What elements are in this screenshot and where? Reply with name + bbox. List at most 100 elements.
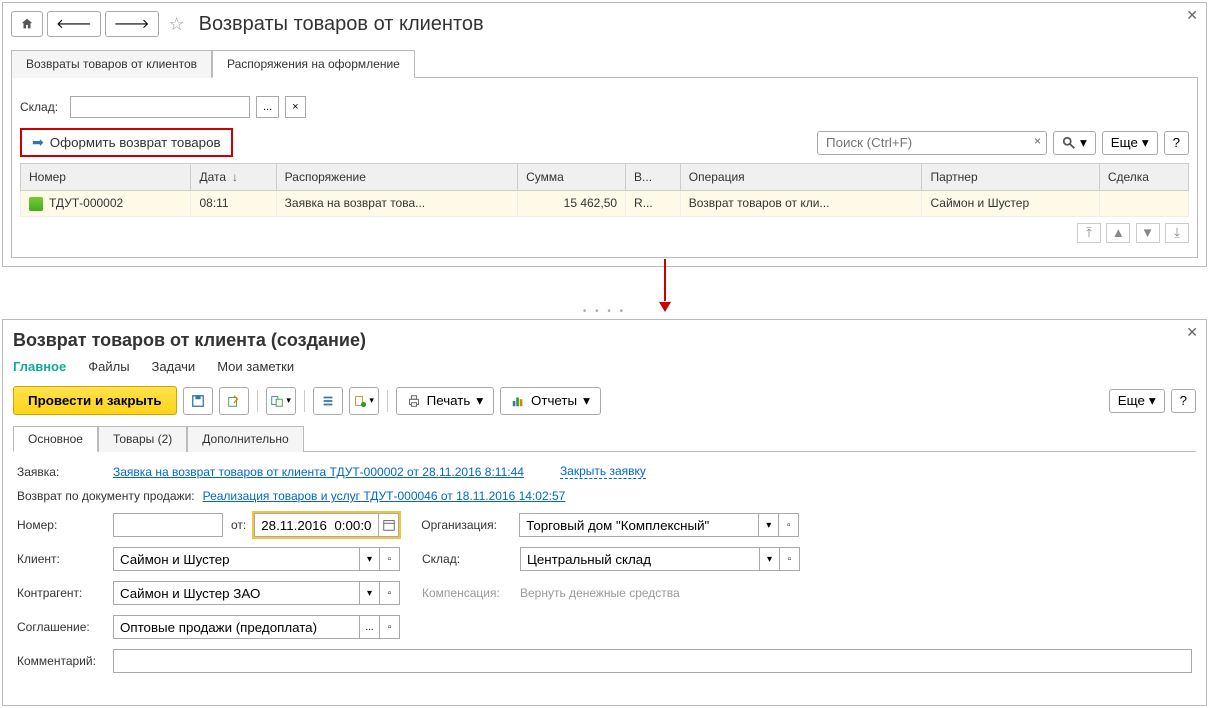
page-last-button[interactable]: ⤓ <box>1165 223 1189 243</box>
warehouse-label-b: Склад: <box>422 552 512 566</box>
col-date[interactable]: Дата↓ <box>191 164 276 191</box>
list-icon <box>321 394 335 408</box>
search-input[interactable] <box>817 131 1047 155</box>
cell-order: Заявка на возврат това... <box>276 191 517 217</box>
warehouse-label: Склад: <box>20 100 64 114</box>
client-dropdown-button[interactable]: ▾ <box>360 547 380 571</box>
page-title: Возвраты товаров от клиентов <box>199 13 484 36</box>
warehouse-open-button[interactable]: ▫ <box>780 547 800 571</box>
printer-icon <box>407 394 421 408</box>
counterparty-dropdown-button[interactable]: ▾ <box>360 581 380 605</box>
main-tabs: Возвраты товаров от клиентов Распоряжени… <box>11 49 1198 78</box>
based-on-button[interactable]: ▾ <box>266 387 296 415</box>
post-button[interactable] <box>219 387 249 415</box>
col-order[interactable]: Распоряжение <box>276 164 517 191</box>
reports-button[interactable]: Отчеты ▾ <box>500 387 601 415</box>
structure-button[interactable] <box>313 387 343 415</box>
document-icon <box>29 197 43 211</box>
calendar-button[interactable] <box>379 513 399 537</box>
org-input[interactable] <box>519 513 759 537</box>
cell-operation: Возврат товаров от кли... <box>680 191 922 217</box>
page-first-button[interactable]: ⤒ <box>1077 223 1101 243</box>
client-open-button[interactable]: ▫ <box>380 547 400 571</box>
warehouse-clear-button[interactable]: × <box>285 96 305 118</box>
nav-tab-notes[interactable]: Мои заметки <box>217 359 294 376</box>
table-row[interactable]: ТДУТ-000002 08:11 Заявка на возврат това… <box>21 191 1189 217</box>
save-and-close-button[interactable]: Провести и закрыть <box>13 386 177 415</box>
sub-tab-additional[interactable]: Дополнительно <box>187 426 303 452</box>
sub-tab-goods[interactable]: Товары (2) <box>98 426 187 452</box>
col-deal[interactable]: Сделка <box>1099 164 1188 191</box>
tab-returns-list[interactable]: Возвраты товаров от клиентов <box>11 50 212 78</box>
date-input[interactable] <box>254 513 379 537</box>
warehouse-dropdown-button[interactable]: ▾ <box>760 547 780 571</box>
forward-button[interactable]: 🡒 <box>105 11 159 37</box>
right-controls: × ▾ Еще ▾ ? <box>817 131 1189 155</box>
document-title: Возврат товаров от клиента (создание) <box>13 330 1196 351</box>
close-request-link[interactable]: Закрыть заявку <box>560 464 646 479</box>
org-open-button[interactable]: ▫ <box>779 513 799 537</box>
sales-doc-link[interactable]: Реализация товаров и услуг ТДУТ-000046 о… <box>203 489 566 503</box>
col-partner[interactable]: Партнер <box>922 164 1099 191</box>
help-button-bottom[interactable]: ? <box>1171 389 1196 413</box>
cell-deal <box>1099 191 1188 217</box>
orders-table: Номер Дата↓ Распоряжение Сумма В... Опер… <box>20 163 1189 217</box>
agreement-open-button[interactable]: ▫ <box>380 615 400 639</box>
request-link[interactable]: Заявка на возврат товаров от клиента ТДУ… <box>113 465 524 479</box>
chart-icon <box>511 394 525 408</box>
warehouse-input[interactable] <box>70 96 250 118</box>
number-input[interactable] <box>113 513 223 537</box>
org-label: Организация: <box>421 518 511 532</box>
nav-tab-main[interactable]: Главное <box>13 359 66 376</box>
sub-tab-main[interactable]: Основное <box>13 426 98 452</box>
print-button[interactable]: Печать ▾ <box>396 387 494 415</box>
filter-row: Склад: ... × <box>20 96 1189 118</box>
more-button[interactable]: Еще ▾ <box>1102 131 1158 155</box>
toolbar: Провести и закрыть ▾ ▾ Печать ▾ Отчеты ▾… <box>13 386 1196 415</box>
home-button[interactable] <box>11 11 43 37</box>
cell-currency: R... <box>626 191 681 217</box>
close-icon[interactable]: ✕ <box>1186 324 1198 341</box>
home-icon <box>20 17 34 31</box>
create-return-button[interactable]: ➡ Оформить возврат товаров <box>20 128 233 157</box>
close-icon[interactable]: ✕ <box>1186 7 1198 24</box>
warehouse-select-button[interactable]: ... <box>256 96 279 118</box>
nav-tab-files[interactable]: Файлы <box>88 359 129 376</box>
sales-doc-label: Возврат по документу продажи: <box>17 489 195 503</box>
help-button[interactable]: ? <box>1164 131 1189 155</box>
cell-partner: Саймон и Шустер <box>922 191 1099 217</box>
save-button[interactable] <box>183 387 213 415</box>
more-button-bottom[interactable]: Еще ▾ <box>1109 389 1165 413</box>
page-up-button[interactable]: ▲ <box>1106 223 1130 243</box>
nav-tab-tasks[interactable]: Задачи <box>152 359 196 376</box>
compensation-value: Вернуть денежные средства <box>520 586 680 600</box>
warehouse-input-b[interactable] <box>520 547 760 571</box>
comment-input[interactable] <box>113 649 1192 673</box>
sort-arrow-icon: ↓ <box>232 170 238 184</box>
cell-date: 08:11 <box>191 191 276 217</box>
agreement-select-button[interactable]: ... <box>360 615 380 639</box>
back-button[interactable]: 🡐 <box>47 11 101 37</box>
counterparty-input[interactable] <box>113 581 360 605</box>
counterparty-open-button[interactable]: ▫ <box>380 581 400 605</box>
col-sum[interactable]: Сумма <box>518 164 626 191</box>
nav-tabs: Главное Файлы Задачи Мои заметки <box>13 359 1196 376</box>
agreement-input[interactable] <box>113 615 360 639</box>
col-number[interactable]: Номер <box>21 164 191 191</box>
page-down-button[interactable]: ▼ <box>1136 223 1160 243</box>
org-dropdown-button[interactable]: ▾ <box>759 513 779 537</box>
chevron-down-icon: ▾ <box>1149 393 1156 409</box>
document-flow-button[interactable]: ▾ <box>349 387 379 415</box>
search-button[interactable]: ▾ <box>1053 131 1096 155</box>
search-clear-icon[interactable]: × <box>1034 134 1041 148</box>
col-currency[interactable]: В... <box>626 164 681 191</box>
comment-label: Комментарий: <box>17 654 105 668</box>
client-input[interactable] <box>113 547 360 571</box>
favorite-icon[interactable]: ☆ <box>169 14 185 35</box>
agreement-label: Соглашение: <box>17 620 105 634</box>
tab-orders[interactable]: Распоряжения на оформление <box>212 50 415 78</box>
chevron-down-icon: ▾ <box>1142 135 1149 151</box>
col-operation[interactable]: Операция <box>680 164 922 191</box>
counterparty-label: Контрагент: <box>17 586 105 600</box>
bottom-panel: ✕ Возврат товаров от клиента (создание) … <box>2 319 1207 706</box>
